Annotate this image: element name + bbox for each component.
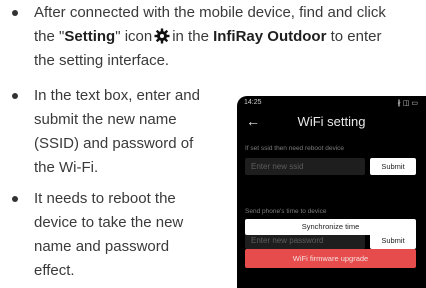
bullet2-line2: submit the new name	[34, 111, 177, 128]
app-name: InfiRay Outdoor	[213, 28, 327, 45]
bullet3-line2: device to take the new	[34, 214, 184, 231]
status-icons: ∦ ◫ ▭	[397, 100, 418, 107]
bullet1-line3: the setting interface.	[34, 52, 170, 69]
bullet3-line3: name and password	[34, 238, 170, 255]
screen-title: WiFi setting	[297, 114, 366, 129]
bullet3-line4: effect.	[34, 262, 75, 279]
bullet1-line2: the "Setting" icon in the InfiRay Outdoor…	[34, 27, 381, 50]
bullet3-line1: It needs to reboot the	[34, 190, 176, 207]
bullet2-line3: (SSID) and password of	[34, 135, 194, 152]
bullet1-line1: After connected with the mobile device, …	[34, 4, 386, 21]
submit-ssid-button[interactable]: Submit	[370, 158, 416, 175]
gear-icon	[154, 28, 170, 50]
setting-word: Setting	[64, 28, 116, 45]
status-bar: 14:25 ∦ ◫ ▭	[237, 96, 426, 110]
password-hint: If set password then need reboot device	[245, 221, 361, 228]
status-time: 14:25	[244, 99, 262, 106]
bullet2-line1: In the text box, enter and	[34, 87, 200, 104]
bullet2-line4: the Wi-Fi.	[34, 159, 99, 176]
phone-screenshot: 14:25 ∦ ◫ ▭ ← WiFi setting If set ssid t…	[237, 96, 426, 288]
bullet-dot	[12, 196, 18, 202]
ssid-input[interactable]	[245, 158, 365, 175]
bullet-dot	[12, 10, 18, 16]
bullet-dot	[12, 93, 18, 99]
ssid-hint: If set ssid then need reboot device	[245, 145, 345, 152]
submit-password-button[interactable]: Submit	[370, 232, 416, 249]
password-input[interactable]	[245, 232, 365, 249]
